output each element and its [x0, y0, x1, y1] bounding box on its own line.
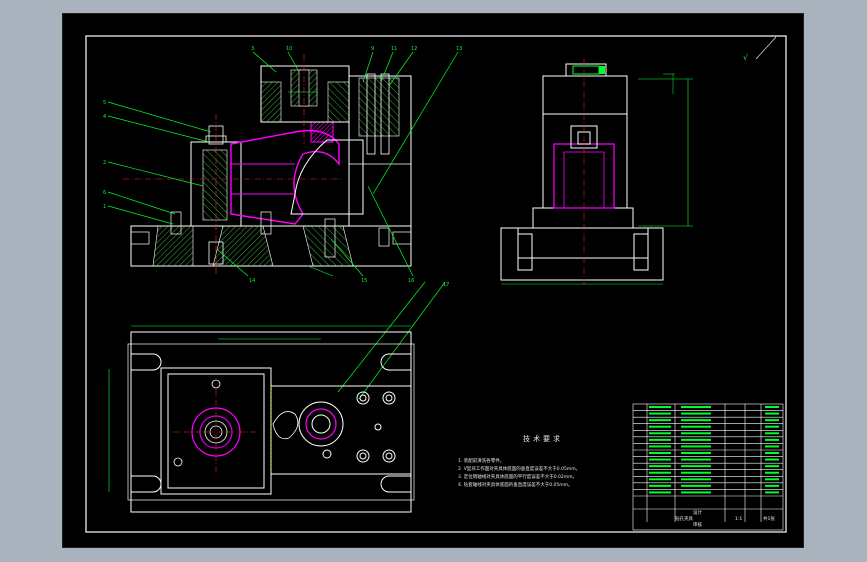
svg-text:5: 5	[103, 100, 106, 106]
parts-row-name	[681, 471, 711, 474]
parts-row-material	[765, 412, 779, 415]
title-scale: 1:1	[735, 516, 742, 522]
tech-note-1: 1. 装配前清洗各零件。	[458, 457, 504, 464]
svg-text:2: 2	[103, 160, 106, 166]
parts-row-code	[649, 465, 671, 468]
parts-row-code	[649, 412, 671, 415]
parts-row-name	[681, 445, 711, 448]
parts-row-name	[681, 412, 711, 415]
parts-row-code	[649, 452, 671, 454]
parts-row-material	[765, 432, 779, 435]
svg-text:6: 6	[103, 190, 106, 196]
parts-row-material	[765, 425, 779, 428]
parts-row-name	[681, 484, 711, 487]
parts-row-code	[649, 471, 671, 474]
cad-viewport[interactable]: √ 3 10 9 11 12 13 5 4 2 6 1 14 15 16 17 …	[62, 13, 804, 548]
parts-row-name	[681, 465, 711, 468]
parts-row-name	[681, 491, 711, 494]
parts-row-code	[649, 491, 671, 494]
parts-row-name	[681, 406, 711, 408]
title-name: 钻孔夹具	[675, 515, 693, 522]
parts-row-name	[681, 438, 711, 441]
parts-row-material	[765, 406, 779, 408]
parts-row-material	[765, 452, 779, 454]
svg-text:15: 15	[361, 278, 367, 284]
svg-text:9: 9	[371, 46, 374, 52]
technical-requirements: 技术要求 1. 装配前清洗各零件。 2. V型块工作面对夹具体底面的垂直度误差不…	[458, 434, 580, 488]
parts-row-name	[681, 452, 711, 454]
title-drawn: 设计	[693, 509, 702, 516]
parts-row-name	[681, 425, 711, 428]
svg-text:4: 4	[103, 114, 106, 120]
parts-row-material	[765, 465, 779, 468]
side-view[interactable]	[500, 59, 693, 286]
svg-text:14: 14	[249, 278, 255, 284]
svg-text:16: 16	[408, 278, 414, 284]
tech-note-2: 2. V型块工作面对夹具体底面的垂直度误差不大于0.05mm。	[458, 465, 580, 472]
parts-row-name	[681, 432, 711, 435]
parts-row-code	[649, 406, 671, 408]
parts-row-material	[765, 484, 779, 487]
parts-row-name	[681, 419, 711, 422]
parts-row-material	[765, 419, 779, 422]
parts-row-material	[765, 471, 779, 474]
parts-row-code	[649, 432, 671, 435]
parts-row-name	[681, 478, 711, 481]
parts-row-code	[649, 484, 671, 487]
parts-list[interactable]	[632, 403, 784, 531]
parts-row-code	[649, 425, 671, 428]
parts-row-code	[649, 419, 671, 422]
title-sheet: 共1张	[763, 515, 775, 522]
drawing-border	[85, 35, 787, 533]
svg-text:12: 12	[411, 46, 417, 52]
tech-note-3: 3. 定位销轴线对夹具体底面的平行度误差不大于0.02mm。	[458, 473, 577, 480]
parts-row-material	[765, 458, 779, 461]
parts-row-material	[765, 478, 779, 481]
svg-text:13: 13	[456, 46, 462, 52]
parts-row-material	[765, 445, 779, 448]
front-view[interactable]	[123, 54, 412, 277]
svg-text:17: 17	[443, 282, 449, 288]
parts-row-code	[649, 478, 671, 481]
roughness-mark: √	[743, 36, 777, 62]
parts-row-code	[649, 458, 671, 461]
svg-text:1: 1	[103, 204, 106, 210]
title-checked: 审核	[693, 521, 702, 528]
svg-text:11: 11	[391, 46, 397, 52]
tech-note-4: 4. 钻套轴线对夹具体底面的垂直度误差不大于0.05mm。	[458, 481, 573, 488]
parts-row-code	[649, 445, 671, 448]
tech-title: 技术要求	[523, 434, 563, 443]
svg-text:3: 3	[251, 46, 254, 52]
parts-row-name	[681, 458, 711, 461]
assembly-drawing: √ 3 10 9 11 12 13 5 4 2 6 1 14 15 16 17 …	[85, 35, 787, 533]
svg-text:10: 10	[286, 46, 292, 52]
parts-row-material	[765, 438, 779, 441]
svg-text:√: √	[743, 53, 749, 62]
parts-row-code	[649, 438, 671, 441]
parts-row-material	[765, 491, 779, 494]
